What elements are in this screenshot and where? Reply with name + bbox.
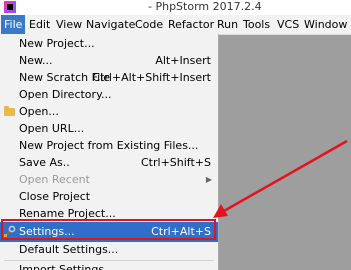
menu-tools[interactable]: Tools xyxy=(240,15,273,34)
menu-item-default-settings[interactable]: Default Settings... xyxy=(0,240,218,260)
menu-item-label: Import Settings... xyxy=(19,263,115,270)
menu-code[interactable]: Code xyxy=(132,15,166,34)
menu-navigate[interactable]: Navigate xyxy=(83,15,138,34)
window-title: - PhpStorm 2017.2.4 xyxy=(148,0,262,13)
menu-edit[interactable]: Edit xyxy=(26,15,53,34)
menu-item-import-settings[interactable]: Import Settings... xyxy=(0,260,218,270)
menu-file[interactable]: File xyxy=(1,15,26,34)
menu-vcs[interactable]: VCS xyxy=(274,15,302,34)
menu-refactor[interactable]: Refactor xyxy=(165,15,217,34)
title-bar: - PhpStorm 2017.2.4 xyxy=(0,0,351,15)
menu-view[interactable]: View xyxy=(53,15,85,34)
phpstorm-logo-icon xyxy=(4,1,16,13)
menu-window[interactable]: Window xyxy=(301,15,350,34)
folder-icon xyxy=(4,106,15,116)
menu-run[interactable]: Run xyxy=(214,15,241,34)
annotation-highlight-box xyxy=(1,219,216,240)
menu-bar: File Edit View Navigate Code Refactor Ru… xyxy=(0,15,351,35)
menu-item-label: Default Settings... xyxy=(19,243,119,256)
